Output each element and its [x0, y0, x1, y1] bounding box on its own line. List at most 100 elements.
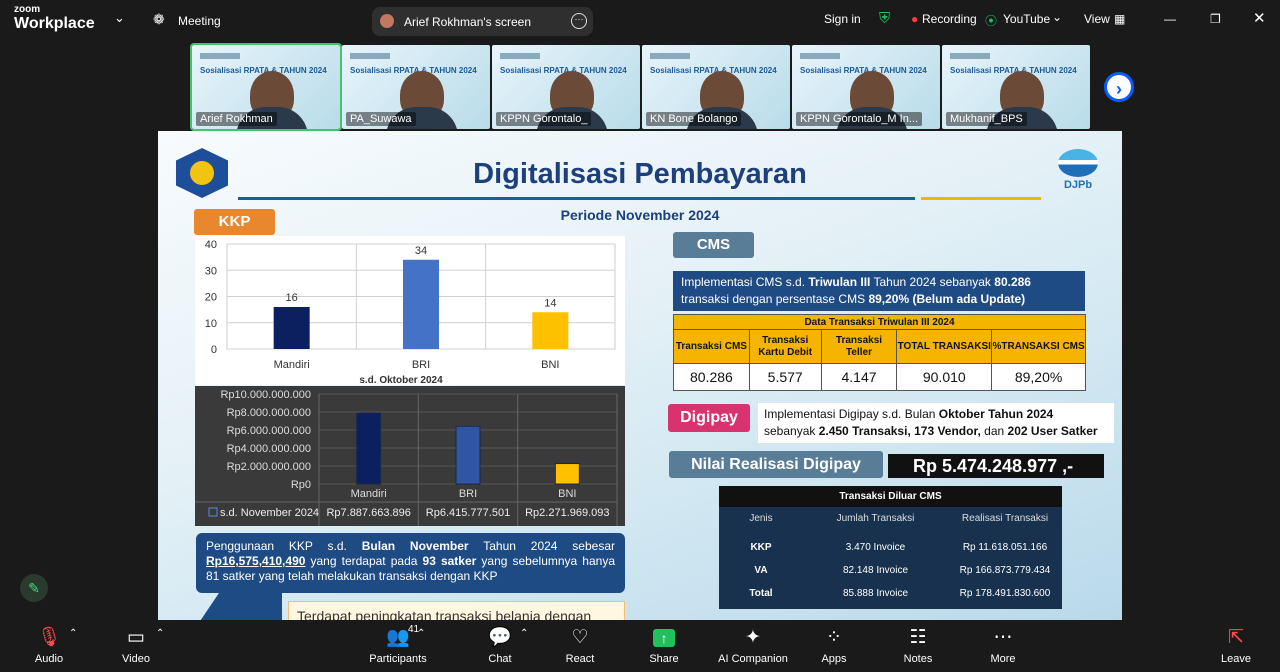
y-tick-label: 40: [205, 239, 217, 251]
note-box: Terdapat peningkatan transaksi belanja d…: [288, 601, 625, 620]
y-tick-label: Rp4.000.000.000: [227, 443, 311, 455]
digipay-label: Digipay: [668, 404, 750, 432]
notes-icon: ☷: [909, 627, 927, 648]
chevron-down-icon[interactable]: ⌄: [114, 10, 125, 26]
recording-label[interactable]: Recording: [922, 12, 977, 26]
x-tick-label: BNI: [541, 359, 559, 371]
table-row: Total 85.888 Invoice Rp 178.491.830.600: [719, 582, 1062, 605]
signal-icon: ⦿: [985, 14, 998, 28]
ai-companion-button[interactable]: ✦ AI Companion: [718, 626, 788, 665]
participant-name: KPPN Gorontalo_M In...: [796, 112, 922, 126]
toolbar-label: Participants: [369, 653, 427, 665]
y-tick-label: 0: [211, 344, 217, 356]
more-button[interactable]: ⋯ More: [968, 626, 1038, 665]
sign-in-link[interactable]: Sign in: [824, 12, 861, 26]
apps-icon: ⁘: [826, 627, 842, 648]
toolbar-label: Share: [649, 653, 679, 665]
cms-table-caption: Data Transaksi Triwulan III 2024: [673, 314, 1086, 330]
x-tick-label: BRI: [412, 359, 430, 371]
chat-button[interactable]: 💬 Chat ⌃: [465, 626, 535, 665]
x-tick-label: BNI: [558, 488, 576, 500]
participant-tile[interactable]: Sosialisasi RPATA & TAHUN 2024 KPPN Goron…: [492, 45, 640, 129]
participant-tile[interactable]: Sosialisasi RPATA & TAHUN 2024 PA_Suwawa: [342, 45, 490, 129]
shield-check-icon[interactable]: ⛨: [879, 10, 890, 27]
participant-strip: Sosialisasi RPATA & TAHUN 2024 Arief Rokh…: [0, 42, 1280, 132]
divider: [921, 197, 1041, 200]
participant-name: KN Bone Bolango: [646, 112, 742, 126]
screen-title: Arief Rokhman's screen: [404, 15, 532, 29]
y-tick-label: Rp2.000.000.000: [227, 461, 311, 473]
diluar-cms-caption: Transaksi Diluar CMS: [719, 486, 1062, 507]
diluar-cms-table: Transaksi Diluar CMS Jenis Jumlah Transa…: [719, 486, 1062, 609]
y-tick-label: Rp8.000.000.000: [227, 407, 311, 419]
table-cell: Rp 11.618.051.166: [962, 542, 1048, 553]
cms-info-box: Implementasi CMS s.d. Triwulan III Tahun…: [673, 271, 1085, 311]
meeting-icon: ❁: [153, 11, 165, 27]
react-button[interactable]: ♡ React: [545, 626, 615, 665]
close-icon[interactable]: ✕: [1253, 9, 1266, 27]
maximize-icon[interactable]: ❐: [1210, 12, 1221, 26]
screen-share-indicator[interactable]: Arief Rokhman's screen ···: [372, 7, 593, 36]
participant-name: PA_Suwawa: [346, 112, 416, 126]
video-button[interactable]: ▭ Video ⌃: [101, 626, 171, 665]
legend-label: s.d. November 2024: [220, 507, 319, 519]
toolbar-label: Leave: [1221, 653, 1251, 665]
toolbar-label: More: [990, 653, 1016, 665]
data-label: 34: [415, 245, 427, 257]
bar: [356, 412, 382, 485]
youtube-label[interactable]: YouTube: [1003, 12, 1050, 26]
table-cell: 3.470 Invoice: [845, 542, 906, 553]
toolbar-label: Chat: [488, 653, 512, 665]
bar: [403, 259, 439, 349]
table-header: Transaksi CMS: [673, 329, 750, 364]
more-icon: ⋯: [993, 627, 1013, 648]
top-bar: zoom Workplace ⌄ ❁ Meeting Arief Rokhman…: [0, 0, 1280, 40]
participant-tile[interactable]: Sosialisasi RPATA & TAHUN 2024 KN Bone Bo…: [642, 45, 790, 129]
table-row: VA 82.148 Invoice Rp 166.873.779.434: [719, 559, 1062, 582]
table-header-row: Jenis Jumlah Transaksi Realisasi Transak…: [719, 507, 1062, 530]
meeting-label[interactable]: Meeting: [178, 14, 221, 28]
chevron-down-icon[interactable]: ⌄: [1052, 10, 1062, 24]
chevron-up-icon[interactable]: ⌃: [69, 628, 77, 639]
zoom-logo: zoom Workplace: [14, 4, 95, 32]
participant-tile[interactable]: Sosialisasi RPATA & TAHUN 2024 Arief Rokh…: [190, 43, 342, 131]
table-header: TOTAL TRANSAKSI: [896, 329, 993, 364]
data-label: Rp2.271.969.093: [525, 507, 609, 519]
period-label: Periode November 2024: [560, 207, 720, 223]
chevron-up-icon[interactable]: ⌃: [520, 628, 528, 639]
audio-button[interactable]: 🎙 Audio ⌃: [14, 626, 84, 665]
meeting-toolbar: 🎙 Audio ⌃ ▭ Video ⌃ 👥 Participants ⌃ 41 💬 Chat ⌃ ♡ Rea…: [0, 620, 1280, 672]
y-tick-label: Rp10.000.000.000: [220, 389, 311, 401]
toolbar-label: Notes: [903, 653, 933, 665]
table-cell: 80.286: [673, 363, 750, 391]
share-button[interactable]: ↑ Share: [629, 626, 699, 665]
next-page-button[interactable]: ›: [1104, 72, 1134, 102]
kkp-info-box: Penggunaan KKP s.d. Bulan November Tahun…: [196, 533, 625, 593]
table-header: Jenis: [749, 513, 773, 524]
bar: [532, 312, 569, 349]
participant-count: 41: [408, 624, 420, 635]
data-label: Rp7.887.663.896: [326, 507, 410, 519]
more-options-icon[interactable]: ···: [571, 13, 587, 29]
leave-icon: ⇱: [1228, 627, 1244, 648]
participant-name: KPPN Gorontalo_: [496, 112, 592, 126]
table-cell: 85.888 Invoice: [842, 588, 909, 599]
participant-tile[interactable]: Sosialisasi RPATA & TAHUN 2024 Mukhanif_B…: [942, 45, 1090, 129]
table-header: Realisasi Transaksi: [961, 513, 1049, 524]
edit-icon[interactable]: ✎: [20, 574, 48, 602]
participant-tile[interactable]: Sosialisasi RPATA & TAHUN 2024 KPPN Goron…: [792, 45, 940, 129]
table-cell: KKP: [750, 542, 772, 553]
participants-button[interactable]: 👥 Participants ⌃ 41: [362, 624, 434, 665]
nilai-realisasi-label: Nilai Realisasi Digipay: [669, 451, 883, 478]
leave-button[interactable]: ⇱ Leave: [1201, 626, 1271, 665]
y-tick-label: 20: [205, 292, 217, 304]
view-label[interactable]: View: [1084, 12, 1110, 26]
grid-icon[interactable]: ▦: [1114, 12, 1125, 26]
chevron-up-icon[interactable]: ⌃: [156, 628, 164, 639]
bar: [455, 425, 481, 485]
y-tick-label: Rp6.000.000.000: [227, 425, 311, 437]
minimize-icon[interactable]: —: [1164, 12, 1176, 26]
apps-button[interactable]: ⁘ Apps: [799, 626, 869, 665]
table-cell: 5.577: [748, 363, 822, 391]
notes-button[interactable]: ☷ Notes: [883, 626, 953, 665]
